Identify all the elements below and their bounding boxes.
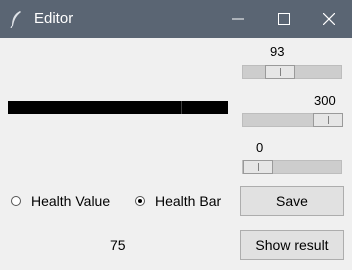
maximize-icon: [278, 13, 290, 25]
save-button[interactable]: Save: [240, 186, 344, 216]
minimize-button[interactable]: [215, 0, 261, 38]
min-scale-label: 0: [256, 140, 264, 155]
show-result-button[interactable]: Show result: [240, 230, 344, 260]
health-value-label: Health Value: [31, 193, 111, 209]
radio-circle[interactable]: [135, 196, 145, 206]
value-scale-thumb[interactable]: [265, 65, 295, 79]
close-button[interactable]: [306, 0, 352, 38]
radio-dot: [138, 199, 142, 203]
min-scale-thumb[interactable]: [243, 160, 273, 174]
health-bar: [8, 101, 228, 114]
health-bar-label: Health Bar: [155, 193, 222, 209]
value-scale-label: 93: [270, 44, 285, 59]
radio-circle[interactable]: [11, 196, 21, 206]
health-bar-fill: [8, 101, 228, 114]
minimize-icon: [232, 18, 244, 20]
result-value: 75: [110, 237, 126, 253]
max-scale-label: 300: [314, 93, 336, 108]
min-scale[interactable]: [242, 160, 342, 174]
feather-icon: [8, 10, 24, 29]
value-scale[interactable]: [242, 65, 342, 79]
max-scale-thumb[interactable]: [313, 113, 343, 127]
max-scale[interactable]: [242, 113, 343, 127]
editor-client-area: 93 300 0 Health Value Health Bar Save Sh…: [0, 38, 352, 270]
window-title: Editor: [34, 10, 74, 27]
title-bar[interactable]: Editor: [0, 0, 352, 38]
close-icon: [323, 13, 335, 25]
health-bar-segment: [181, 101, 182, 114]
maximize-button[interactable]: [261, 0, 307, 38]
